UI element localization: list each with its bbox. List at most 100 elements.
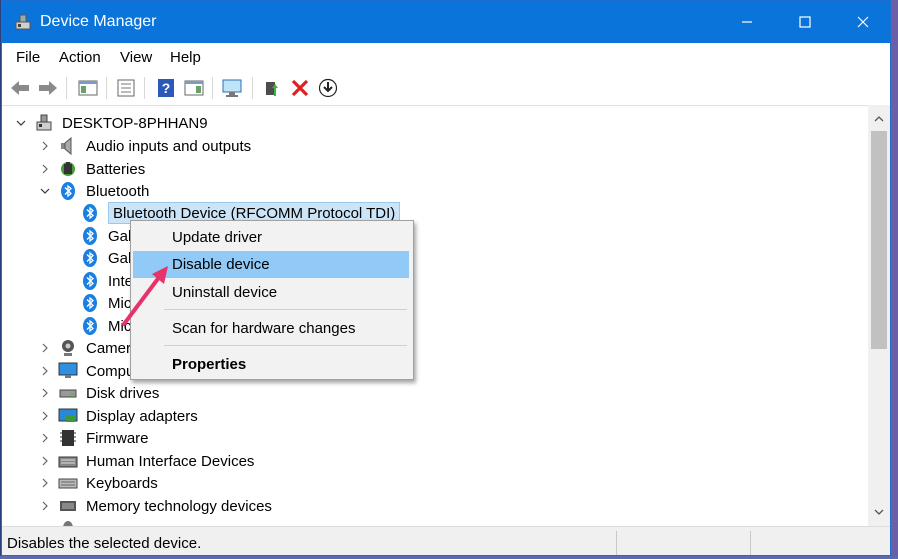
tree-category-keyboards[interactable]: Keyboards bbox=[38, 472, 158, 494]
view-pane-icon bbox=[184, 80, 204, 96]
tree-root[interactable]: DESKTOP-8PHHAN9 bbox=[14, 112, 208, 134]
status-divider bbox=[750, 531, 751, 555]
scroll-down-icon[interactable] bbox=[868, 502, 890, 522]
battery-icon bbox=[58, 159, 78, 179]
tree-device[interactable]: Gal bbox=[80, 225, 131, 247]
tree-device-label: Gal bbox=[108, 249, 132, 267]
chevron-right-icon[interactable] bbox=[38, 495, 52, 517]
help-button[interactable]: ? bbox=[154, 76, 178, 100]
tree-root-label: DESKTOP-8PHHAN9 bbox=[62, 114, 208, 132]
tree-category-firmware[interactable]: Firmware bbox=[38, 427, 149, 449]
menu-file[interactable]: File bbox=[16, 49, 40, 66]
close-button[interactable] bbox=[834, 1, 890, 43]
tree-category-hid[interactable]: Human Interface Devices bbox=[38, 450, 254, 472]
help-icon: ? bbox=[158, 79, 174, 97]
forward-button[interactable] bbox=[36, 76, 60, 100]
bluetooth-icon bbox=[58, 181, 78, 201]
minimize-icon bbox=[742, 21, 752, 23]
scroll-up-icon[interactable] bbox=[868, 109, 890, 129]
monitor-scan-icon bbox=[222, 79, 242, 97]
menu-help[interactable]: Help bbox=[170, 49, 201, 66]
tree-device-label: Mic bbox=[108, 294, 132, 312]
toolbar-separator bbox=[66, 77, 67, 99]
maximize-button[interactable] bbox=[776, 1, 834, 43]
tree-category-audio[interactable]: Audio inputs and outputs bbox=[38, 135, 251, 157]
speaker-icon bbox=[58, 136, 78, 156]
chevron-down-icon[interactable] bbox=[38, 180, 52, 202]
minimize-button[interactable] bbox=[718, 1, 776, 43]
tree-category-label: Compu bbox=[86, 362, 135, 380]
properties-button[interactable] bbox=[114, 76, 138, 100]
tree-category-label: Bluetooth bbox=[86, 182, 150, 200]
status-text: Disables the selected device. bbox=[7, 535, 202, 552]
tree-category-label: Display adapters bbox=[86, 407, 198, 425]
scan-hardware-button[interactable] bbox=[221, 76, 245, 100]
bluetooth-icon bbox=[80, 293, 100, 313]
menu-update-driver[interactable]: Update driver bbox=[133, 224, 409, 251]
menu-uninstall-device[interactable]: Uninstall device bbox=[133, 279, 409, 306]
tree-device[interactable]: Inte bbox=[80, 270, 133, 292]
tree-category-label: Audio inputs and outputs bbox=[86, 137, 252, 155]
hid-icon bbox=[58, 451, 78, 471]
toolbar-separator bbox=[144, 77, 145, 99]
tree-category-display-adapters[interactable]: Display adapters bbox=[38, 405, 198, 427]
tree-category-bluetooth[interactable]: Bluetooth bbox=[38, 180, 149, 202]
back-button[interactable] bbox=[8, 76, 32, 100]
update-driver-button[interactable] bbox=[260, 76, 284, 100]
chevron-right-icon[interactable] bbox=[38, 158, 52, 180]
tree-device[interactable]: Mic bbox=[80, 292, 131, 314]
menu-action[interactable]: Action bbox=[59, 49, 101, 66]
uninstall-button[interactable] bbox=[288, 76, 312, 100]
update-driver-icon bbox=[266, 82, 278, 96]
chevron-right-icon[interactable] bbox=[38, 360, 52, 382]
chevron-right-icon[interactable] bbox=[38, 382, 52, 404]
chevron-right-icon[interactable] bbox=[38, 427, 52, 449]
tree-device[interactable]: Gal bbox=[80, 247, 131, 269]
show-hide-console-tree-button[interactable] bbox=[76, 76, 100, 100]
chevron-right-icon[interactable] bbox=[38, 450, 52, 472]
tree-category-camera[interactable]: Camera bbox=[38, 337, 139, 359]
tree-category-label: Disk drives bbox=[86, 384, 160, 402]
disable-device-button[interactable] bbox=[316, 76, 340, 100]
camera-icon bbox=[58, 338, 78, 358]
tree-category-batteries[interactable]: Batteries bbox=[38, 158, 145, 180]
chevron-right-icon[interactable] bbox=[38, 135, 52, 157]
chevron-right-icon[interactable] bbox=[38, 472, 52, 494]
menu-properties[interactable]: Properties bbox=[133, 351, 409, 378]
chevron-down-icon[interactable] bbox=[14, 112, 28, 134]
menu-scan-hardware[interactable]: Scan for hardware changes bbox=[133, 315, 409, 342]
tree-device[interactable]: Mic bbox=[80, 315, 131, 337]
display-adapter-icon bbox=[58, 406, 78, 426]
tree-category-disk-drives[interactable]: Disk drives bbox=[38, 382, 159, 404]
computer-icon bbox=[34, 113, 54, 133]
chevron-right-icon[interactable] bbox=[38, 337, 52, 359]
scrollbar-thumb[interactable] bbox=[871, 131, 887, 349]
monitor-icon bbox=[58, 361, 78, 381]
svg-text:?: ? bbox=[162, 80, 171, 96]
maximize-icon bbox=[799, 16, 811, 28]
bluetooth-icon bbox=[80, 271, 100, 291]
vertical-scrollbar[interactable] bbox=[868, 105, 890, 526]
back-arrow-icon bbox=[11, 81, 29, 95]
window-title: Device Manager bbox=[40, 13, 157, 30]
tree-category-label: Batteries bbox=[86, 160, 146, 178]
action-pane-button[interactable] bbox=[182, 76, 206, 100]
chevron-right-icon[interactable] bbox=[38, 405, 52, 427]
title-bar[interactable]: Device Manager bbox=[2, 1, 890, 43]
tree-category-label: Firmware bbox=[86, 429, 149, 447]
tree-category-computer[interactable]: Compu bbox=[38, 360, 134, 382]
list-icon bbox=[117, 79, 135, 97]
status-divider bbox=[616, 531, 617, 555]
toolbar-separator bbox=[252, 77, 253, 99]
menu-separator bbox=[164, 345, 407, 346]
tree-category-label: Memory technology devices bbox=[86, 497, 272, 515]
tree-category-label: Human Interface Devices bbox=[86, 452, 255, 470]
close-icon bbox=[857, 16, 869, 28]
menu-view[interactable]: View bbox=[120, 49, 152, 66]
menu-separator bbox=[164, 309, 407, 310]
status-bar: Disables the selected device. bbox=[2, 526, 890, 555]
menu-disable-device[interactable]: Disable device bbox=[133, 251, 409, 278]
disk-drive-icon bbox=[58, 383, 78, 403]
tree-category-memory[interactable]: Memory technology devices bbox=[38, 495, 272, 517]
firmware-chip-icon bbox=[58, 428, 78, 448]
